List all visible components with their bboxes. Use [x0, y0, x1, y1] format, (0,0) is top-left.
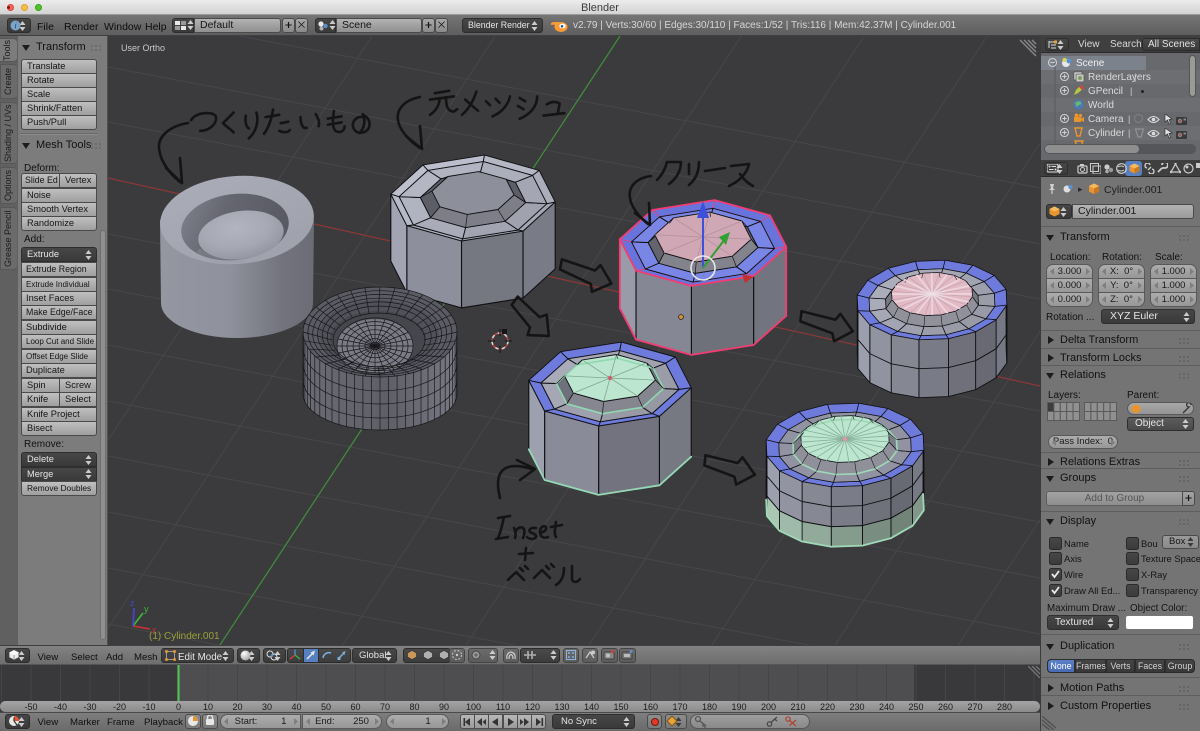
svg-text:170: 170: [672, 702, 687, 712]
svg-text:-10: -10: [142, 702, 155, 712]
svg-text:(1) Cylinder.001: (1) Cylinder.001: [149, 631, 220, 642]
svg-text:60: 60: [350, 702, 360, 712]
svg-text:i: i: [15, 22, 17, 31]
svg-text:200: 200: [761, 702, 776, 712]
svg-text:280: 280: [997, 702, 1012, 712]
svg-text:50: 50: [321, 702, 331, 712]
svg-text:-50: -50: [24, 702, 37, 712]
svg-text:190: 190: [731, 702, 746, 712]
svg-text:250: 250: [908, 702, 923, 712]
svg-text:210: 210: [790, 702, 805, 712]
svg-text:-20: -20: [113, 702, 126, 712]
svg-text:User Ortho: User Ortho: [121, 43, 165, 53]
svg-text:70: 70: [380, 702, 390, 712]
svg-text:80: 80: [409, 702, 419, 712]
svg-text:y: y: [144, 604, 149, 614]
svg-text:240: 240: [879, 702, 894, 712]
svg-text:100: 100: [466, 702, 481, 712]
svg-text:130: 130: [554, 702, 569, 712]
svg-text:40: 40: [291, 702, 301, 712]
svg-text:-40: -40: [54, 702, 67, 712]
svg-text:90: 90: [439, 702, 449, 712]
svg-text:180: 180: [702, 702, 717, 712]
svg-text:20: 20: [232, 702, 242, 712]
svg-text:0: 0: [176, 702, 181, 712]
svg-text:-30: -30: [83, 702, 96, 712]
svg-text:260: 260: [938, 702, 953, 712]
svg-text:120: 120: [525, 702, 540, 712]
svg-text:160: 160: [643, 702, 658, 712]
svg-text:110: 110: [496, 702, 510, 712]
svg-text:230: 230: [849, 702, 864, 712]
svg-text:30: 30: [262, 702, 272, 712]
svg-text:140: 140: [584, 702, 599, 712]
svg-text:z: z: [130, 598, 135, 608]
svg-text:10: 10: [203, 702, 213, 712]
svg-text:150: 150: [613, 702, 628, 712]
svg-text:220: 220: [820, 702, 835, 712]
svg-text:270: 270: [967, 702, 982, 712]
